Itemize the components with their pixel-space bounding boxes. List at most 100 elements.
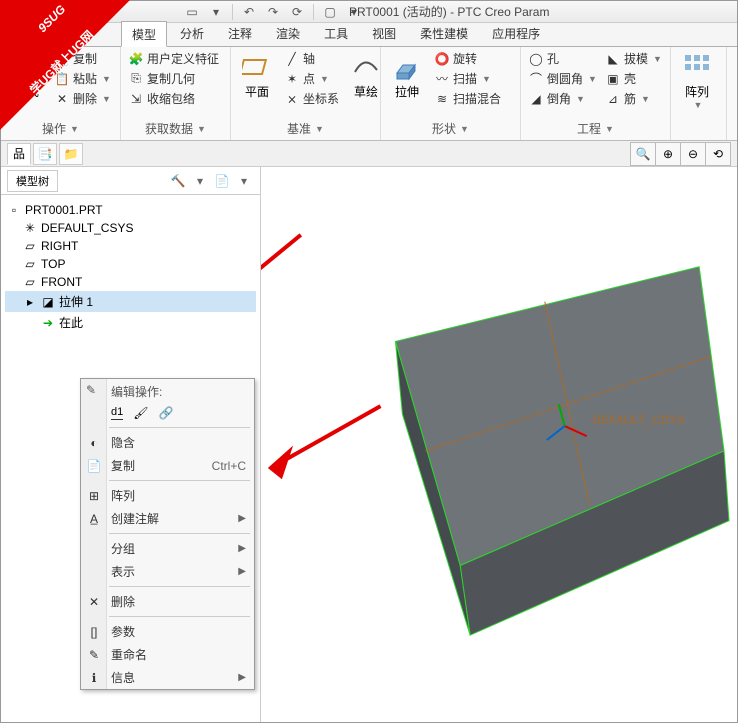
info-icon: ℹ [86, 670, 102, 686]
udf-icon: 🧩 [128, 51, 144, 67]
udf-button[interactable]: 🧩用户定义特征 [125, 49, 222, 68]
qat-new-icon[interactable]: ▭ [181, 2, 203, 22]
tree-node-front[interactable]: ▱FRONT [5, 273, 256, 291]
insert-icon: ➔ [41, 316, 55, 330]
expand-icon[interactable]: ▸ [23, 295, 37, 309]
qat-undo-icon[interactable]: ↶ [238, 2, 260, 22]
ctx-pattern[interactable]: ⊞阵列 [81, 484, 254, 507]
layers-tab-icon: 📑 [38, 147, 53, 161]
ribbon-tabs: 模型 分析 注释 渲染 工具 视图 柔性建模 应用程序 [1, 23, 737, 47]
tree-node-top[interactable]: ▱TOP [5, 255, 256, 273]
svg-text:DEFAULT_CSYS: DEFAULT_CSYS [593, 413, 685, 427]
shell-button[interactable]: ▣壳 [602, 69, 665, 88]
ctx-repr[interactable]: 表示▶ [81, 560, 254, 583]
pattern-icon [681, 51, 713, 83]
zoom-out-button[interactable]: ⊖ [680, 142, 706, 166]
zoom-fit-button[interactable]: 🔍 [630, 142, 656, 166]
shrinkwrap-button[interactable]: ⇲收缩包络 [125, 89, 222, 108]
tab-view[interactable]: 视图 [361, 20, 407, 46]
shrink-icon: ⇲ [128, 91, 144, 107]
tree-node-right[interactable]: ▱RIGHT [5, 237, 256, 255]
edit-dim-icon[interactable]: d1 [111, 406, 123, 420]
point-button[interactable]: ✶点▼ [281, 69, 342, 88]
qat-regen-icon[interactable]: ⟳ [286, 2, 308, 22]
blend-button[interactable]: ≋扫描混合 [431, 89, 504, 108]
tab-model[interactable]: 模型 [121, 21, 167, 47]
rename-icon: ✎ [86, 647, 102, 663]
tab-tools[interactable]: 工具 [313, 20, 359, 46]
panel-tab-folder[interactable]: 📁 [59, 143, 83, 165]
copy-icon: 📄 [54, 51, 70, 67]
tree-tool-filter[interactable]: ▾ [190, 171, 210, 191]
ctx-rename[interactable]: ✎重命名 [81, 643, 254, 666]
appearance-icon[interactable]: 🖌 [133, 406, 148, 420]
tree-node-extrude1[interactable]: ▸◪拉伸 1 [5, 291, 256, 312]
tree-tool-settings[interactable]: 🔨 [168, 171, 188, 191]
ctx-delete[interactable]: ✕删除 [81, 590, 254, 613]
rib-icon: ⊿ [605, 91, 621, 107]
ctx-copy[interactable]: 📄复制Ctrl+C [81, 454, 254, 477]
tree-title: 模型树 [7, 170, 58, 192]
copy-icon: 📄 [86, 458, 102, 474]
delete-icon: ✕ [86, 594, 102, 610]
ctx-params[interactable]: []参数 [81, 620, 254, 643]
paste-button[interactable]: 📋粘贴▼ [51, 69, 114, 88]
axis-button[interactable]: ╱轴 [281, 49, 342, 68]
qat-win-icon[interactable]: ▢ [319, 2, 341, 22]
zoom-in-button[interactable]: ⊕ [655, 142, 681, 166]
annot-icon: A̲ [86, 511, 102, 527]
qat-redo-icon[interactable]: ↷ [262, 2, 284, 22]
tab-apps[interactable]: 应用程序 [481, 20, 551, 46]
folder-tab-icon: 📁 [64, 147, 79, 161]
regen-button[interactable]: 🔄生成 [5, 49, 49, 102]
round-icon: ⌒ [528, 71, 544, 87]
context-menu: ✎编辑操作: d1 🖌 🔗 ◐隐含 📄复制Ctrl+C ⊞阵列 A̲创建注解▶ … [80, 378, 255, 690]
ribbon-group-shape: 拉伸 ⭕旋转 〰扫描▼ ≋扫描混合 形状▼ [381, 47, 521, 140]
zoom-in-icon: ⊕ [663, 147, 673, 161]
tree-tool-more[interactable]: ▾ [234, 171, 254, 191]
pattern-button[interactable]: 阵列▼ [675, 49, 719, 112]
window-title: PRT0001 (活动的) - PTC Creo Param [349, 3, 550, 20]
chain-icon[interactable]: 🔗 [158, 406, 173, 420]
qat-open-icon[interactable]: ▾ [205, 2, 227, 22]
point-icon: ✶ [284, 71, 300, 87]
part-icon: ▫ [7, 203, 21, 217]
ctx-suppress[interactable]: ◐隐含 [81, 431, 254, 454]
csys-button[interactable]: ⨯坐标系 [281, 89, 342, 108]
delete-button[interactable]: ✕删除▼ [51, 89, 114, 108]
hide-icon: ◐ [86, 435, 102, 451]
ctx-info[interactable]: ℹ信息▶ [81, 666, 254, 689]
copy-button[interactable]: 📄复制 [51, 49, 114, 68]
tab-render[interactable]: 渲染 [265, 20, 311, 46]
tree-tool-show[interactable]: 📄 [212, 171, 232, 191]
copygeom-button[interactable]: ⎘复制几何 [125, 69, 222, 88]
tree-node-csys[interactable]: ✳DEFAULT_CSYS [5, 219, 256, 237]
revolve-button[interactable]: ⭕旋转 [431, 49, 504, 68]
plane-button[interactable]: 平面 [235, 49, 279, 102]
ctx-group[interactable]: 分组▶ [81, 537, 254, 560]
round-button[interactable]: ⌒倒圆角▼ [525, 69, 600, 88]
plane-icon: ▱ [23, 257, 37, 271]
refit-button[interactable]: ⟲ [705, 142, 731, 166]
tab-annotate[interactable]: 注释 [217, 20, 263, 46]
plane-icon: ▱ [23, 239, 37, 253]
refit-icon: ⟲ [713, 147, 723, 161]
rib-button[interactable]: ⊿筋▼ [602, 89, 665, 108]
shell-icon: ▣ [605, 71, 621, 87]
panel-tab-layers[interactable]: 📑 [33, 143, 57, 165]
draft-button[interactable]: ◣拔模▼ [602, 49, 665, 68]
sweep-button[interactable]: 〰扫描▼ [431, 69, 504, 88]
hole-button[interactable]: ◯孔 [525, 49, 600, 68]
regen-label: 生成 [15, 83, 39, 100]
ctx-create-annot[interactable]: A̲创建注解▶ [81, 507, 254, 530]
extrude-button[interactable]: 拉伸 [385, 49, 429, 102]
tree-root[interactable]: ▫PRT0001.PRT [5, 201, 256, 219]
tab-analysis[interactable]: 分析 [169, 20, 215, 46]
panel-tab-tree[interactable]: 品 [7, 143, 31, 165]
model-tree: ▫PRT0001.PRT ✳DEFAULT_CSYS ▱RIGHT ▱TOP ▱… [1, 195, 260, 339]
param-icon: [] [86, 624, 102, 640]
tree-node-insert-here[interactable]: ➔在此 [5, 312, 256, 333]
tab-flex[interactable]: 柔性建模 [409, 20, 479, 46]
chamfer-button[interactable]: ◢倒角▼ [525, 89, 600, 108]
graphics-area[interactable]: DEFAULT_CSYS [261, 167, 737, 722]
